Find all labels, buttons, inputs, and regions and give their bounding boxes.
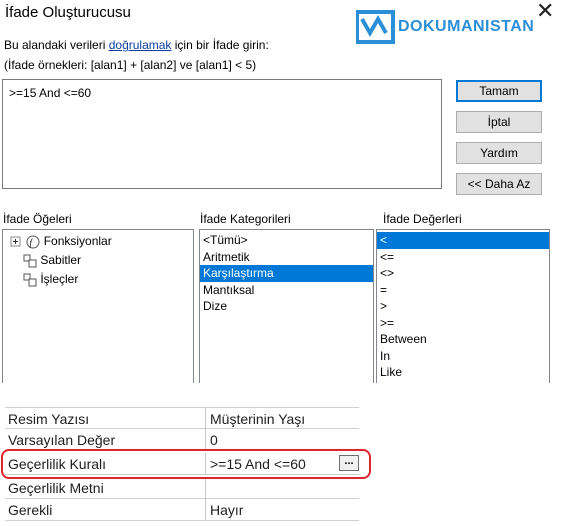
constants-icon <box>23 254 37 268</box>
tree-item-functions[interactable]: f Fonksiyonlar <box>9 232 112 250</box>
instruction-text: Bu alandaki verileri doğrulamak için bir… <box>4 38 269 52</box>
ok-button[interactable]: Tamam <box>456 80 542 102</box>
value-item[interactable]: Like <box>377 364 549 381</box>
logo-text: DOKUMANISTAN <box>398 18 535 35</box>
value-item[interactable]: Between <box>377 331 549 348</box>
expression-text: >=15 And <=60 <box>9 86 92 100</box>
logo-icon <box>356 10 395 44</box>
tree-item-constants[interactable]: Sabitler <box>23 251 81 269</box>
category-item-selected[interactable]: Karşılaştırma <box>200 265 373 282</box>
value-item[interactable]: In <box>377 348 549 365</box>
property-row-validation-text[interactable]: Geçerlilik Metni <box>5 477 359 499</box>
elements-label: İfade Öğeleri <box>3 212 72 226</box>
value-item-selected[interactable]: < <box>377 232 549 249</box>
category-item[interactable]: Mantıksal <box>200 282 373 299</box>
operators-icon <box>23 273 37 287</box>
value-item[interactable]: <> <box>377 265 549 282</box>
category-item[interactable]: Dize <box>200 298 373 315</box>
category-item[interactable]: Aritmetik <box>200 249 373 266</box>
value-item[interactable]: > <box>377 298 549 315</box>
property-row-caption[interactable]: Resim Yazısı Müşterinin Yaşı <box>5 407 359 430</box>
validation-rule-highlight <box>1 449 371 479</box>
help-button[interactable]: Yardım <box>456 142 542 164</box>
value-item[interactable]: = <box>377 282 549 299</box>
expression-input[interactable]: >=15 And <=60 <box>2 79 442 189</box>
categories-label: İfade Kategorileri <box>200 212 291 226</box>
validate-link[interactable]: doğrulamak <box>109 38 172 52</box>
value-item[interactable]: <= <box>377 249 549 266</box>
less-button[interactable]: << Daha Az <box>456 173 542 195</box>
categories-list[interactable]: <Tümü> Aritmetik Karşılaştırma Mantıksal… <box>199 229 374 385</box>
category-item[interactable]: <Tümü> <box>200 232 373 249</box>
property-row-default-value[interactable]: Varsayılan Değer 0 <box>5 429 359 451</box>
elements-tree[interactable]: f Fonksiyonlar Sabitler İşleçler <box>2 229 194 385</box>
values-label: İfade Değerleri <box>383 212 462 226</box>
expand-plus-icon[interactable] <box>9 235 23 249</box>
function-icon: f <box>26 235 40 249</box>
examples-text: (İfade örnekleri: [alan1] + [alan2] ve [… <box>4 58 257 72</box>
watermark-logo: DOKUMANISTAN <box>356 8 564 46</box>
values-list[interactable]: < <= <> = > >= Between In Like <box>376 229 550 385</box>
cancel-button[interactable]: İptal <box>456 111 542 133</box>
tree-item-operators[interactable]: İşleçler <box>23 270 78 288</box>
dialog-title: İfade Oluşturucusu <box>5 4 131 21</box>
value-item[interactable]: >= <box>377 315 549 332</box>
property-row-required[interactable]: Gerekli Hayır <box>5 499 359 521</box>
